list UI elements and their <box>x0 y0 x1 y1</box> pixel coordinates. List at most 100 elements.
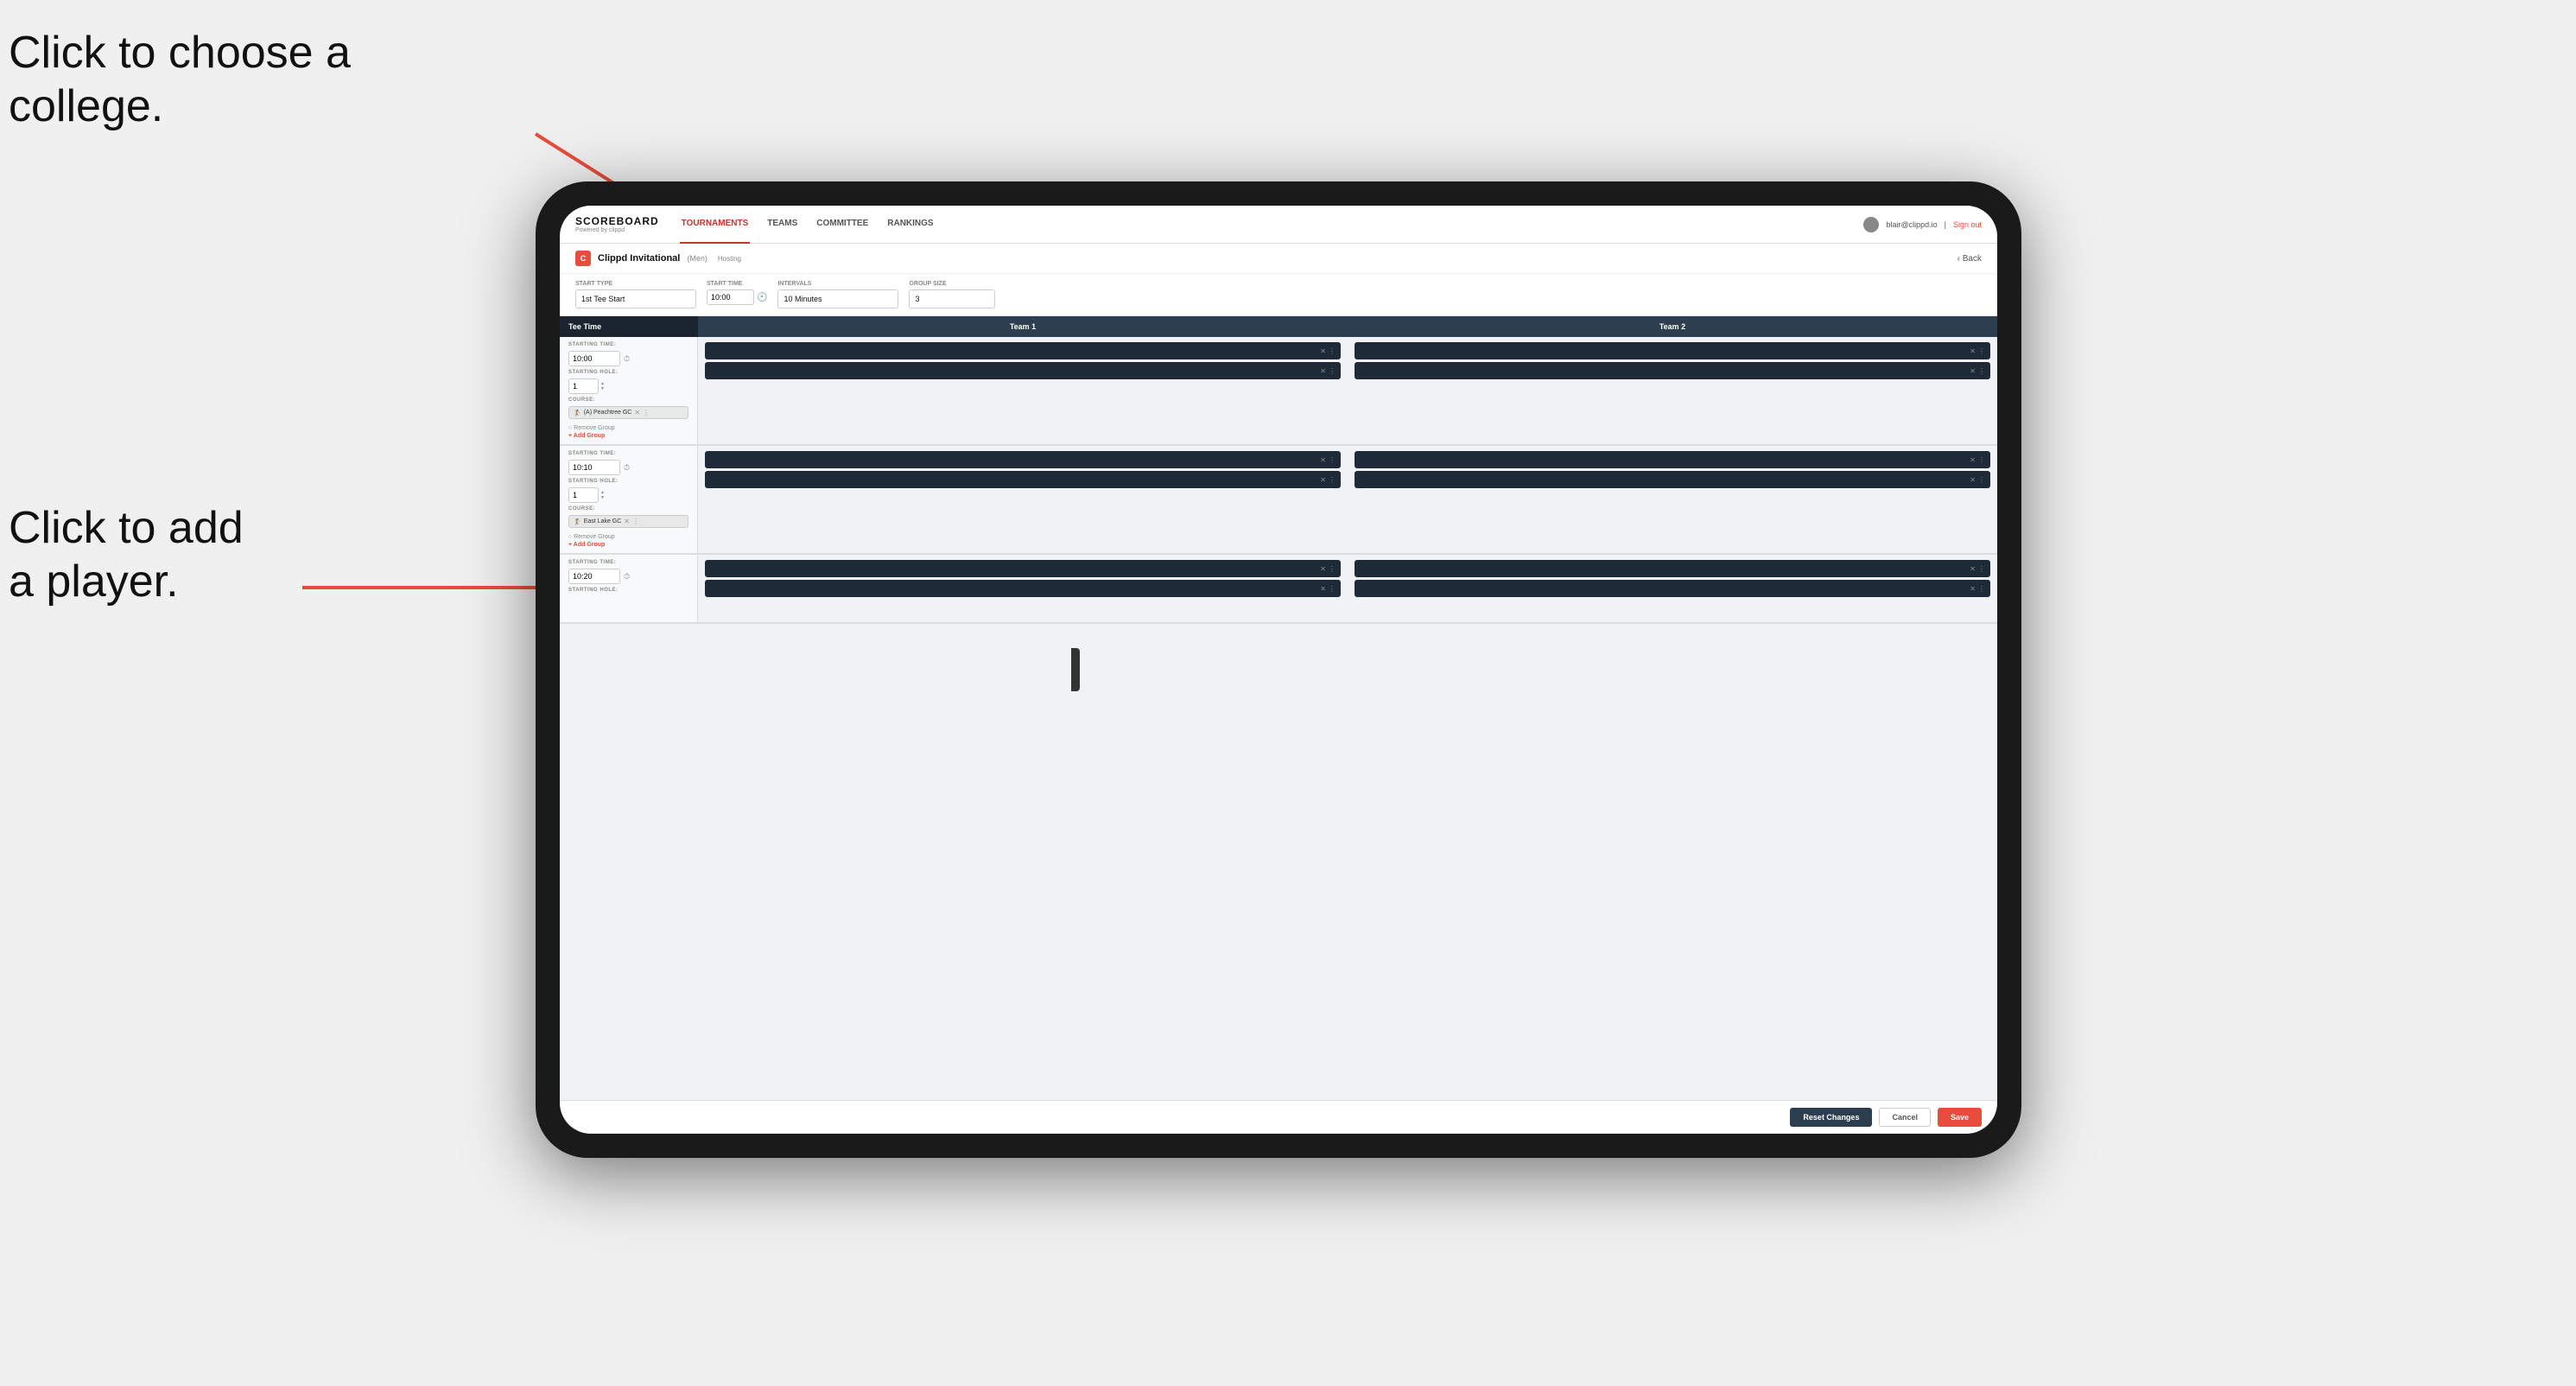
controls-bar: Start Type 1st Tee Start Start Time 🕙 In… <box>560 274 1997 316</box>
starting-time-input-2[interactable] <box>568 460 620 475</box>
player-slot-5-2[interactable]: ✕ ⋮ <box>705 580 1341 597</box>
slot-remove-4-1[interactable]: ✕ <box>1970 456 1976 464</box>
gender-tag: (Men) <box>687 254 707 263</box>
player-slot-1-1[interactable]: ✕ ⋮ <box>705 342 1341 359</box>
navbar: SCOREBOARD Powered by clippd TOURNAMENTS… <box>560 206 1997 244</box>
player-slot-3-1[interactable]: ✕ ⋮ <box>705 451 1341 468</box>
start-time-input[interactable] <box>707 289 754 305</box>
side-button <box>1071 648 1080 691</box>
starting-hole-input-2[interactable] <box>568 487 599 503</box>
intervals-select[interactable]: 10 Minutes <box>777 289 898 308</box>
tee-time-col-2: STARTING TIME: ⏱ STARTING HOLE: ▲▼ COURS… <box>560 446 698 553</box>
team2-col-3: ✕ ⋮ ✕ ⋮ <box>1348 555 1997 622</box>
player-slot-2-1[interactable]: ✕ ⋮ <box>1355 342 1990 359</box>
clock-icon-3: ⏱ <box>624 572 630 582</box>
slot-remove-2-2[interactable]: ✕ <box>1970 367 1976 375</box>
team1-col-2: ✕ ⋮ ✕ ⋮ <box>698 446 1348 553</box>
player-slot-3-2[interactable]: ✕ ⋮ <box>705 471 1341 488</box>
nav-rankings[interactable]: RANKINGS <box>885 206 935 244</box>
starting-time-input-3[interactable] <box>568 569 620 584</box>
course-tag-1[interactable]: 🏌 (A) Peachtree GC ✕ ⋮ <box>568 406 688 419</box>
course-tag-2[interactable]: 🏌 East Lake GC ✕ ⋮ <box>568 515 688 528</box>
nav-committee[interactable]: COMMITTEE <box>815 206 870 244</box>
slot-action-1-1[interactable]: ⋮ <box>1329 347 1336 355</box>
table-row: STARTING TIME: ⏱ STARTING HOLE: ▲▼ COURS… <box>560 446 1997 555</box>
add-group-2[interactable]: + Add Group <box>568 542 688 548</box>
slot-action-6-2[interactable]: ⋮ <box>1978 585 1985 593</box>
th-team2: Team 2 <box>1348 316 1997 337</box>
player-slot-2-2[interactable]: ✕ ⋮ <box>1355 362 1990 379</box>
slot-action-4-2[interactable]: ⋮ <box>1978 476 1985 484</box>
hole-spinner-1[interactable]: ▲▼ <box>600 381 605 391</box>
player-slot-5-1[interactable]: ✕ ⋮ <box>705 560 1341 577</box>
slot-remove-3-2[interactable]: ✕ <box>1320 476 1326 484</box>
starting-time-label-2: STARTING TIME: <box>568 451 688 456</box>
slot-remove-1-1[interactable]: ✕ <box>1320 347 1326 355</box>
table-row: STARTING TIME: ⏱ STARTING HOLE: ✕ ⋮ <box>560 555 1997 624</box>
slot-action-4-1[interactable]: ⋮ <box>1978 456 1985 464</box>
sign-out-link[interactable]: Sign out <box>1953 220 1982 229</box>
starting-time-label-3: STARTING TIME: <box>568 560 688 565</box>
clock-icon: 🕙 <box>757 293 767 302</box>
add-group-1[interactable]: + Add Group <box>568 433 688 439</box>
remove-group-2[interactable]: ○ Remove Group <box>568 534 688 540</box>
nav-teams[interactable]: TEAMS <box>765 206 799 244</box>
tablet-frame: SCOREBOARD Powered by clippd TOURNAMENTS… <box>536 181 2021 1158</box>
nav-tournaments[interactable]: TOURNAMENTS <box>680 206 751 244</box>
course-label-2: COURSE: <box>568 506 688 512</box>
player-slot-4-2[interactable]: ✕ ⋮ <box>1355 471 1990 488</box>
slot-action-3-1[interactable]: ⋮ <box>1329 456 1336 464</box>
slot-action-5-1[interactable]: ⋮ <box>1329 565 1336 573</box>
tablet-screen: SCOREBOARD Powered by clippd TOURNAMENTS… <box>560 206 1997 1134</box>
player-slot-1-2[interactable]: ✕ ⋮ <box>705 362 1341 379</box>
course-remove-1[interactable]: ✕ <box>634 409 640 416</box>
user-avatar <box>1863 217 1879 232</box>
player-slot-4-1[interactable]: ✕ ⋮ <box>1355 451 1990 468</box>
slot-action-5-2[interactable]: ⋮ <box>1329 585 1336 593</box>
reset-button[interactable]: Reset Changes <box>1790 1108 1872 1127</box>
clippd-logo: C <box>575 251 591 266</box>
brand-sub: Powered by clippd <box>575 227 659 233</box>
slot-remove-2-1[interactable]: ✕ <box>1970 347 1976 355</box>
slot-remove-6-2[interactable]: ✕ <box>1970 585 1976 593</box>
player-slot-6-2[interactable]: ✕ ⋮ <box>1355 580 1990 597</box>
slot-action-6-1[interactable]: ⋮ <box>1978 565 1985 573</box>
starting-time-input-1[interactable] <box>568 351 620 366</box>
course-edit-1[interactable]: ⋮ <box>643 409 650 416</box>
group-size-label: Group Size <box>909 281 995 287</box>
remove-group-1[interactable]: ○ Remove Group <box>568 425 688 431</box>
slot-remove-5-2[interactable]: ✕ <box>1320 585 1326 593</box>
group-size-group: Group Size 3 <box>909 281 995 308</box>
slot-action-2-1[interactable]: ⋮ <box>1978 347 1985 355</box>
course-remove-2[interactable]: ✕ <box>624 518 630 525</box>
save-button[interactable]: Save <box>1938 1108 1982 1127</box>
starting-hole-input-1[interactable] <box>568 378 599 394</box>
slot-remove-4-2[interactable]: ✕ <box>1970 476 1976 484</box>
footer-bar: Reset Changes Cancel Save <box>560 1100 1997 1134</box>
slot-action-1-2[interactable]: ⋮ <box>1329 367 1336 375</box>
nav-links: TOURNAMENTS TEAMS COMMITTEE RANKINGS <box>680 206 1864 244</box>
slot-remove-6-1[interactable]: ✕ <box>1970 565 1976 573</box>
slot-action-2-2[interactable]: ⋮ <box>1978 367 1985 375</box>
course-label-1: COURSE: <box>568 397 688 403</box>
player-slot-6-1[interactable]: ✕ ⋮ <box>1355 560 1990 577</box>
team2-col-2: ✕ ⋮ ✕ ⋮ <box>1348 446 1997 553</box>
course-edit-2[interactable]: ⋮ <box>632 518 639 525</box>
slot-remove-3-1[interactable]: ✕ <box>1320 456 1326 464</box>
team1-col-3: ✕ ⋮ ✕ ⋮ <box>698 555 1348 622</box>
back-button[interactable]: ‹ Back <box>1957 254 1982 264</box>
intervals-label: Intervals <box>777 281 898 287</box>
user-email: blair@clippd.io <box>1886 220 1937 229</box>
cancel-button[interactable]: Cancel <box>1879 1108 1931 1127</box>
th-tee-time: Tee Time <box>560 316 698 337</box>
slot-action-3-2[interactable]: ⋮ <box>1329 476 1336 484</box>
start-type-select[interactable]: 1st Tee Start <box>575 289 696 308</box>
slot-remove-5-1[interactable]: ✕ <box>1320 565 1326 573</box>
group-size-select[interactable]: 3 <box>909 289 995 308</box>
hole-spinner-2[interactable]: ▲▼ <box>600 490 605 500</box>
start-time-label: Start Time <box>707 281 767 287</box>
annotation-add-player: Click to add a player. <box>9 501 244 609</box>
slot-remove-1-2[interactable]: ✕ <box>1320 367 1326 375</box>
starting-hole-label-3: STARTING HOLE: <box>568 588 688 593</box>
starting-time-label-1: STARTING TIME: <box>568 342 688 347</box>
